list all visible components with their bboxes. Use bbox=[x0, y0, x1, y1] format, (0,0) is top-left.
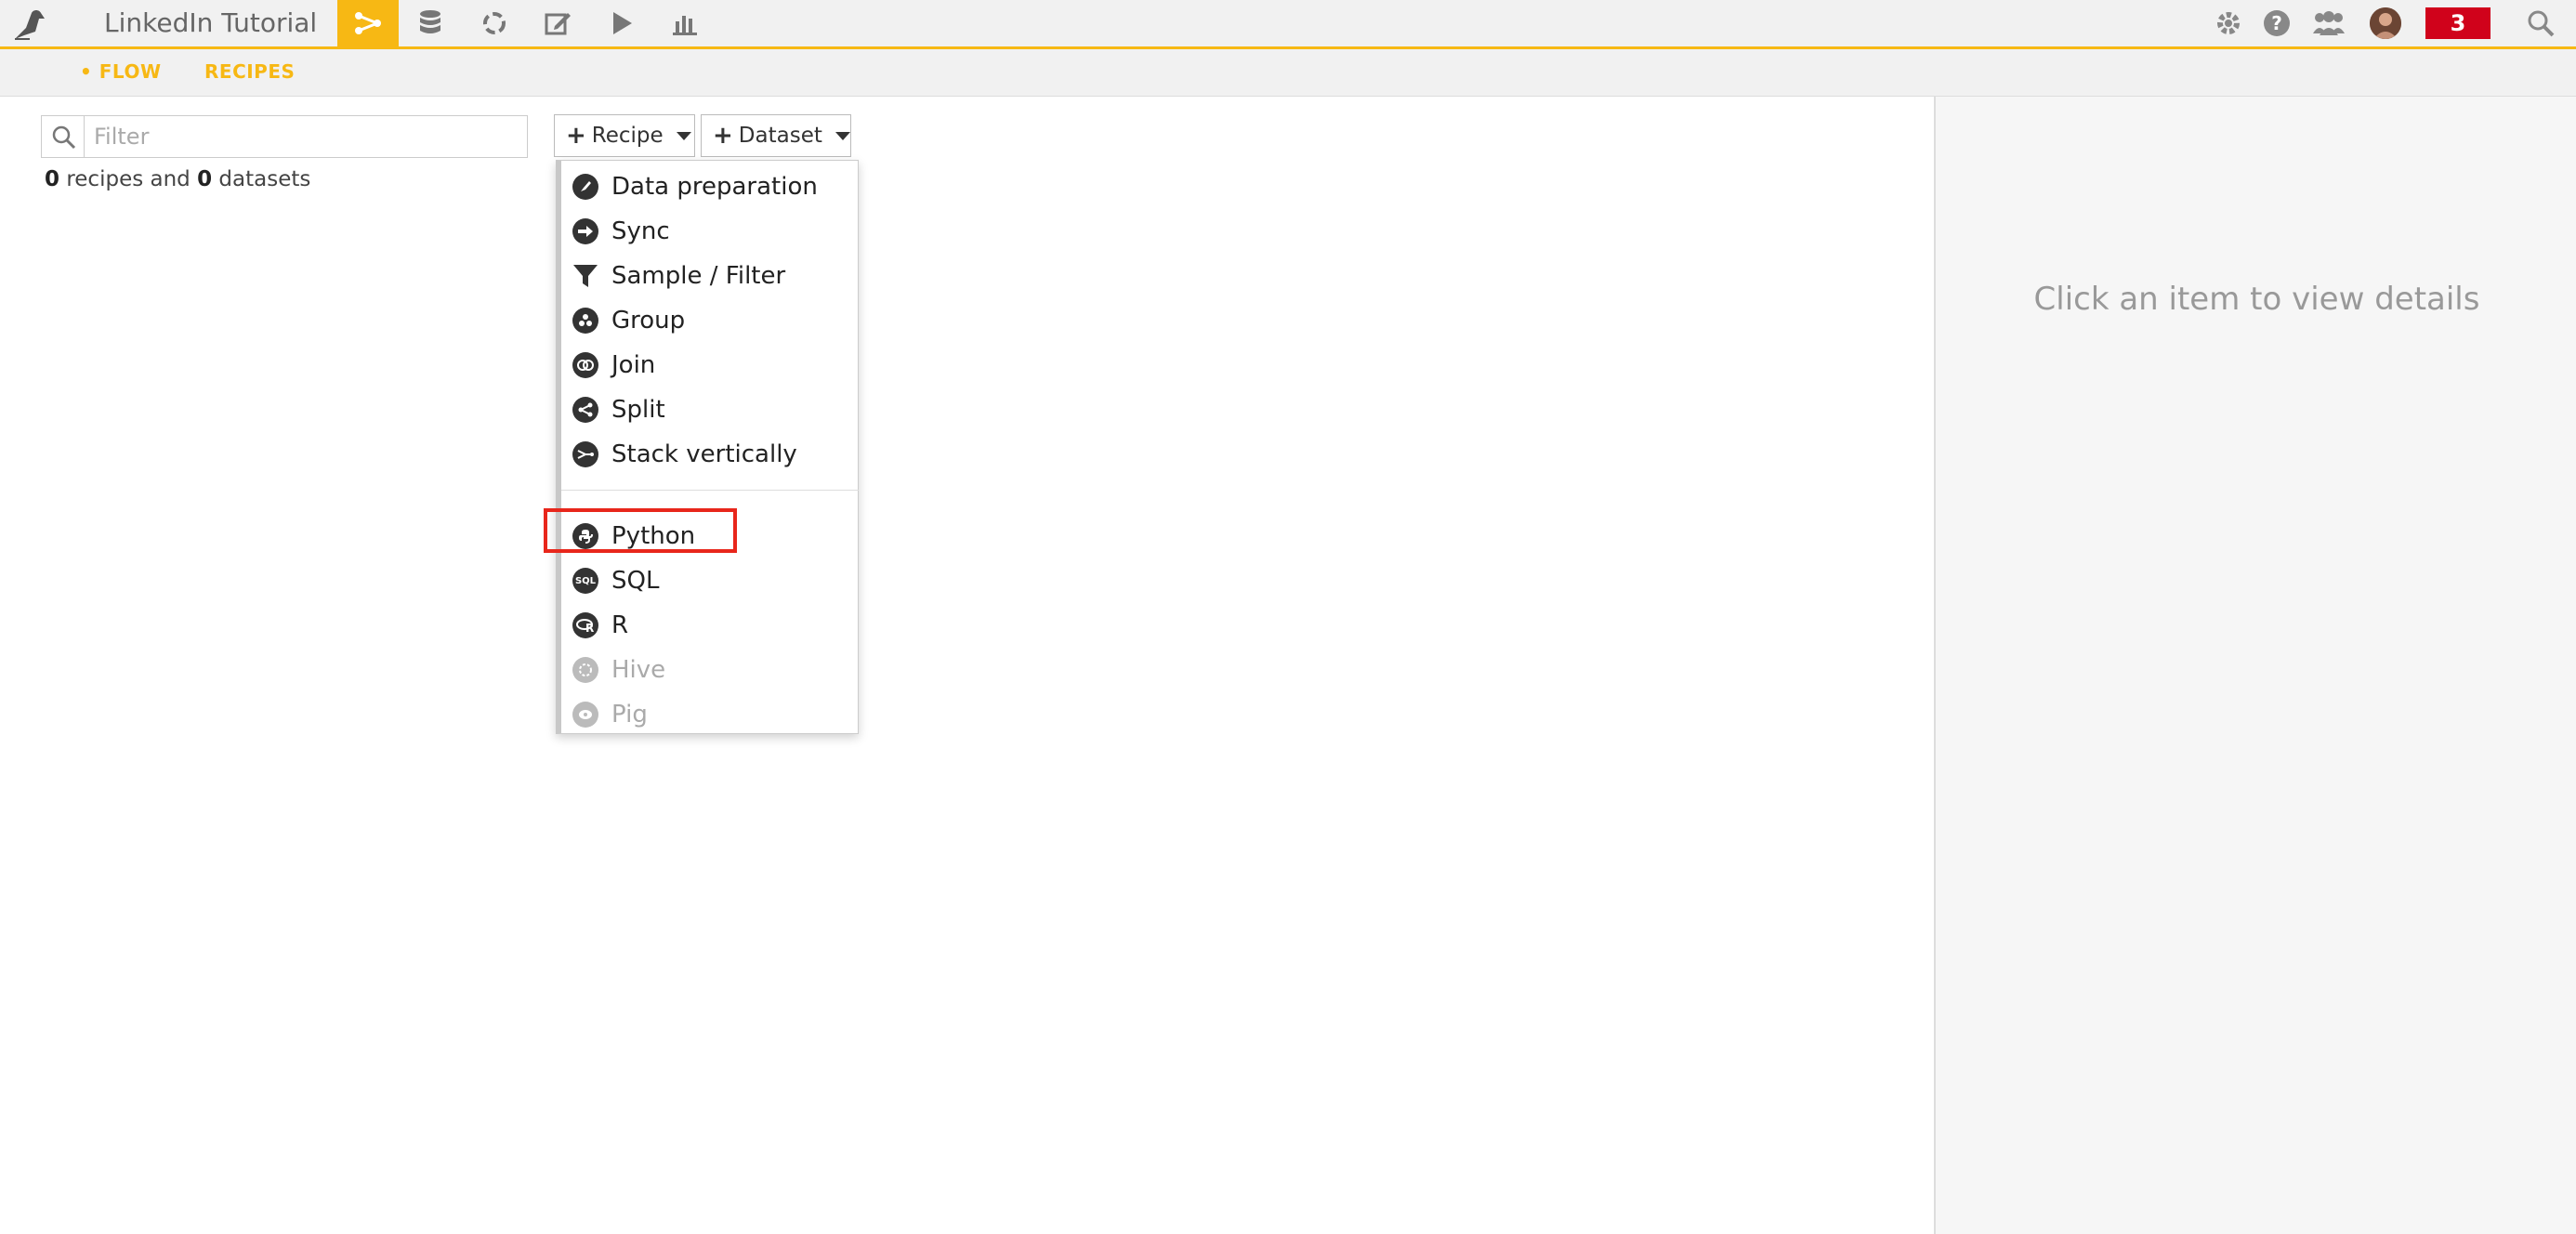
menu-item-label: Sample / Filter bbox=[611, 262, 786, 290]
details-empty-hint: Click an item to view details bbox=[2033, 281, 2480, 318]
tab-recipes[interactable]: RECIPES bbox=[204, 60, 295, 83]
menu-item-pig: Pig bbox=[572, 694, 851, 735]
menu-item-hive: Hive bbox=[572, 650, 851, 690]
plus-icon: + bbox=[713, 122, 733, 150]
details-panel: Click an item to view details bbox=[1934, 97, 2576, 1234]
caret-down-icon bbox=[676, 131, 691, 140]
svg-text:R: R bbox=[585, 622, 594, 633]
menu-item-label: SQL bbox=[611, 567, 660, 595]
menu-item-sync[interactable]: Sync bbox=[572, 211, 851, 252]
menu-item-split[interactable]: Split bbox=[572, 389, 851, 430]
recipe-dropdown-menu: Data preparation Sync Sample / Filter Gr… bbox=[556, 160, 859, 734]
menu-item-label: Data preparation bbox=[611, 173, 818, 201]
flow-nav-icon[interactable] bbox=[337, 0, 399, 46]
users-icon[interactable] bbox=[2310, 0, 2347, 46]
menu-item-sql[interactable]: SQL SQL bbox=[572, 560, 851, 601]
recipe-button-label: Recipe bbox=[591, 124, 664, 148]
menu-item-r[interactable]: R R bbox=[572, 605, 851, 646]
item-counts: 0 recipes and 0 datasets bbox=[45, 167, 310, 191]
play-nav-icon[interactable] bbox=[591, 0, 652, 46]
caret-down-icon bbox=[835, 131, 850, 140]
stack-icon bbox=[572, 441, 598, 467]
recipes-label: recipes and bbox=[66, 167, 191, 191]
recipe-count: 0 bbox=[45, 167, 60, 191]
search-icon[interactable] bbox=[2524, 0, 2557, 46]
project-name[interactable]: LinkedIn Tutorial bbox=[104, 7, 317, 38]
top-navigation-bar: LinkedIn Tutorial ? 3 bbox=[0, 0, 2576, 49]
filter-input[interactable] bbox=[85, 117, 527, 156]
menu-item-join[interactable]: Join bbox=[572, 345, 851, 386]
python-highlight-box bbox=[544, 508, 737, 553]
menu-item-label: R bbox=[611, 611, 629, 639]
menu-item-group[interactable]: Group bbox=[572, 300, 851, 341]
new-recipe-button[interactable]: + Recipe bbox=[554, 114, 695, 157]
menu-item-data-preparation[interactable]: Data preparation bbox=[572, 166, 851, 207]
menu-item-sample-filter[interactable]: Sample / Filter bbox=[572, 256, 851, 296]
sql-icon: SQL bbox=[572, 568, 598, 594]
menu-item-label: Stack vertically bbox=[611, 440, 797, 468]
split-icon bbox=[572, 397, 598, 423]
tab-flow[interactable]: • FLOW bbox=[80, 60, 162, 83]
charts-nav-icon[interactable] bbox=[654, 0, 716, 46]
hive-icon bbox=[572, 657, 598, 683]
filter-box bbox=[41, 115, 528, 158]
menu-item-label: Pig bbox=[611, 701, 648, 729]
funnel-icon bbox=[572, 263, 598, 289]
menu-item-label: Sync bbox=[611, 217, 670, 245]
menu-item-label: Group bbox=[611, 307, 686, 335]
magnifier-icon bbox=[42, 116, 85, 157]
menu-divider bbox=[561, 490, 859, 491]
menu-item-label: Join bbox=[611, 351, 656, 379]
svg-text:?: ? bbox=[2271, 12, 2282, 34]
join-icon bbox=[572, 352, 598, 378]
menu-item-label: Hive bbox=[611, 656, 666, 684]
help-icon[interactable]: ? bbox=[2260, 0, 2293, 46]
datasets-label: datasets bbox=[218, 167, 311, 191]
dataset-count: 0 bbox=[197, 167, 213, 191]
group-icon bbox=[572, 308, 598, 334]
datasets-nav-icon[interactable] bbox=[400, 0, 461, 46]
new-dataset-button[interactable]: + Dataset bbox=[701, 114, 851, 157]
menu-item-stack-vertically[interactable]: Stack vertically bbox=[572, 434, 851, 475]
flow-subnav: • FLOW RECIPES bbox=[0, 49, 2576, 97]
brush-icon bbox=[572, 174, 598, 200]
user-avatar[interactable] bbox=[2370, 7, 2401, 39]
plus-icon: + bbox=[566, 122, 586, 150]
arrow-right-icon bbox=[572, 218, 598, 244]
menu-item-label: Split bbox=[611, 396, 665, 424]
gear-icon[interactable] bbox=[2212, 0, 2245, 46]
pig-icon bbox=[572, 702, 598, 728]
notification-badge[interactable]: 3 bbox=[2425, 7, 2491, 39]
notebook-edit-nav-icon[interactable] bbox=[527, 0, 588, 46]
dataset-button-label: Dataset bbox=[738, 124, 822, 148]
dataiku-bird-logo-icon[interactable] bbox=[11, 6, 52, 43]
r-icon: R bbox=[572, 612, 598, 638]
recipes-cycle-nav-icon[interactable] bbox=[464, 0, 525, 46]
